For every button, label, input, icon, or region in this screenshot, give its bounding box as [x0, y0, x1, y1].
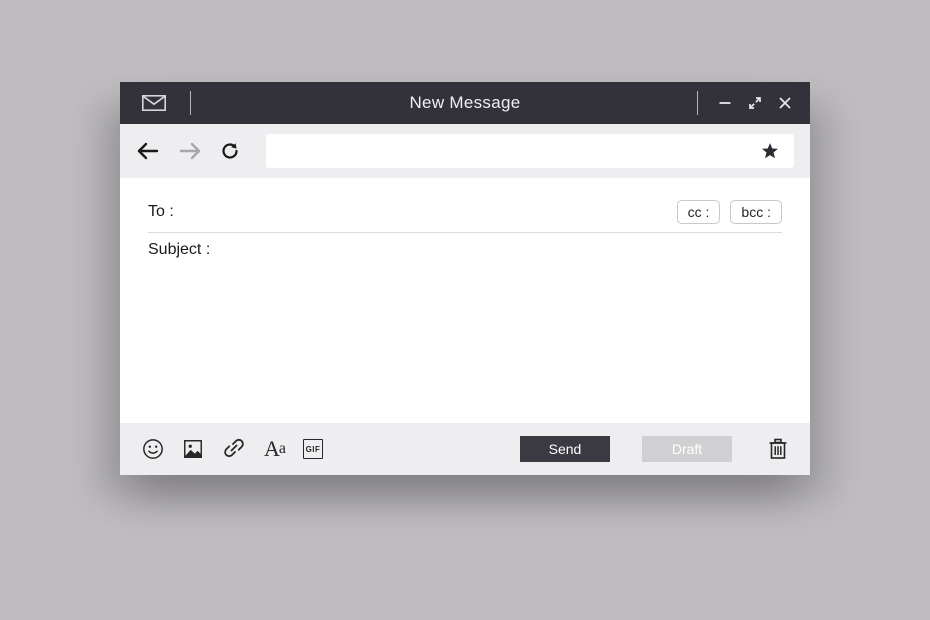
bookmark-star-icon[interactable]: [760, 141, 780, 161]
maximize-button[interactable]: [748, 96, 762, 110]
emoji-icon[interactable]: [142, 438, 164, 460]
compose-body: To : cc : bcc : Subject :: [120, 178, 810, 423]
address-bar[interactable]: [266, 134, 794, 168]
cc-button[interactable]: cc :: [677, 200, 721, 224]
image-icon[interactable]: [182, 438, 204, 460]
message-body-input[interactable]: [148, 267, 782, 415]
to-input[interactable]: [180, 203, 677, 221]
bcc-button[interactable]: bcc :: [730, 200, 782, 224]
subject-input[interactable]: [216, 241, 782, 259]
to-row: To : cc : bcc :: [148, 192, 782, 233]
reload-button[interactable]: [220, 141, 240, 161]
subject-row: Subject :: [148, 233, 782, 267]
link-icon[interactable]: [222, 438, 246, 460]
back-button[interactable]: [136, 141, 160, 161]
titlebar: New Message: [120, 82, 810, 124]
minimize-button[interactable]: [718, 96, 732, 110]
send-button[interactable]: Send: [520, 436, 610, 462]
compose-window: New Message: [120, 82, 810, 475]
address-input[interactable]: [282, 134, 760, 168]
compose-footer: Aa GIF Send Draft: [120, 423, 810, 475]
delete-button[interactable]: [768, 438, 788, 460]
navigation-bar: [120, 124, 810, 178]
to-label: To :: [148, 203, 174, 221]
mail-icon: [142, 95, 166, 111]
draft-button[interactable]: Draft: [642, 436, 732, 462]
gif-icon[interactable]: GIF: [303, 439, 323, 459]
close-button[interactable]: [778, 96, 792, 110]
text-format-icon[interactable]: Aa: [264, 436, 285, 462]
trash-icon: [768, 438, 788, 460]
forward-button[interactable]: [178, 141, 202, 161]
subject-label: Subject :: [148, 241, 210, 259]
